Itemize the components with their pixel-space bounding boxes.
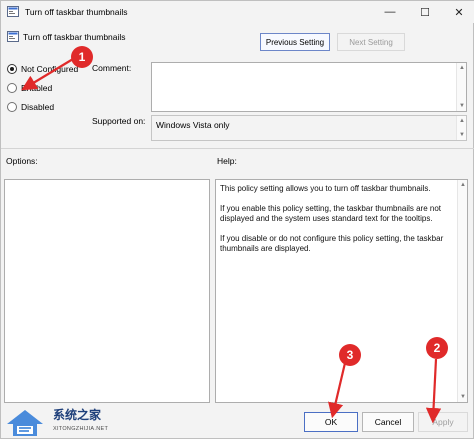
arrow-1 bbox=[21, 58, 74, 91]
watermark-text: 系统之家 bbox=[53, 408, 102, 422]
annotation-badge-2: 2 bbox=[426, 337, 448, 359]
policy-dialog: Turn off taskbar thumbnails — ☐ ✕ Turn o… bbox=[0, 0, 474, 439]
arrow-3 bbox=[328, 362, 347, 419]
arrow-2 bbox=[425, 358, 442, 424]
annotation-badge-3: 3 bbox=[339, 344, 361, 366]
annotation-badge-1: 1 bbox=[71, 46, 93, 68]
annotation-arrows bbox=[21, 58, 442, 424]
watermark-url: XITONGZHIJIA.NET bbox=[53, 426, 109, 432]
